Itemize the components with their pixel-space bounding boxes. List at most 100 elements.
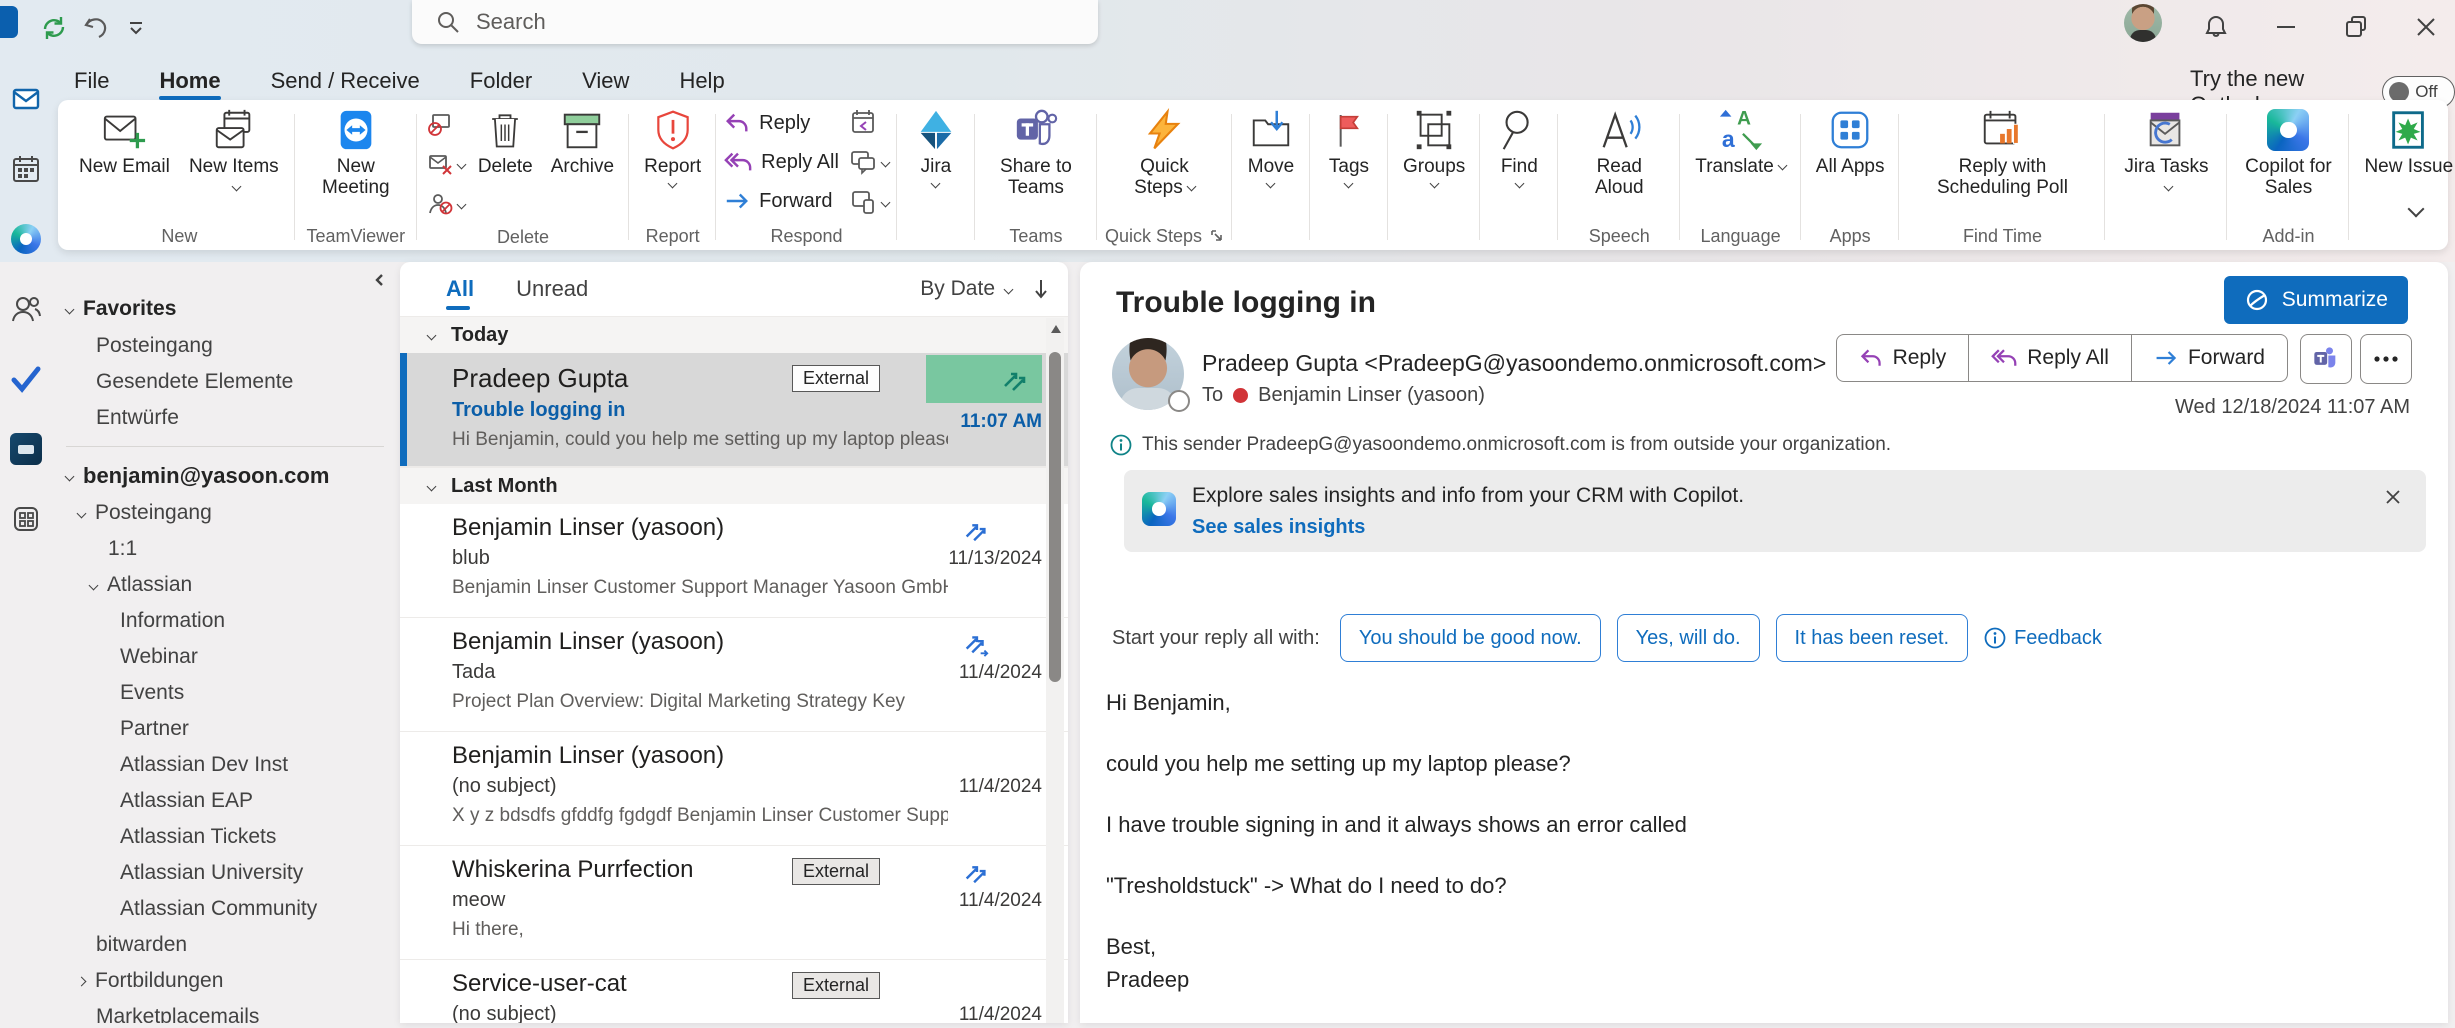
tab-all[interactable]: All bbox=[446, 262, 474, 316]
tab-file[interactable]: File bbox=[72, 68, 111, 94]
minimize-button[interactable] bbox=[2266, 10, 2306, 44]
suggested-reply-3[interactable]: It has been reset. bbox=[1776, 614, 1969, 662]
notifications-bell-icon[interactable] bbox=[2196, 10, 2236, 44]
email-list-scrollbar[interactable] bbox=[1046, 318, 1064, 1023]
folder-atlassian[interactable]: Atlassian bbox=[52, 567, 400, 603]
scheduling-poll-button[interactable]: Reply with Scheduling Poll bbox=[1907, 104, 2097, 202]
copilot-for-sales-button[interactable]: Copilot for Sales bbox=[2235, 104, 2341, 202]
more-actions-button[interactable] bbox=[2360, 334, 2412, 384]
email-row-blub[interactable]: Benjamin Linser (yasoon) blub Benjamin L… bbox=[400, 504, 1068, 618]
instant-message-button[interactable] bbox=[849, 146, 889, 178]
tab-help[interactable]: Help bbox=[677, 68, 726, 94]
new-email-button[interactable]: New Email bbox=[72, 104, 177, 180]
nav-people-icon[interactable] bbox=[0, 274, 52, 344]
customize-quick-access-icon[interactable] bbox=[122, 14, 150, 42]
sync-icon[interactable] bbox=[40, 14, 68, 42]
tab-home[interactable]: Home bbox=[157, 68, 222, 94]
groups-button[interactable]: Groups bbox=[1396, 104, 1472, 190]
reply-all-button[interactable]: Reply All bbox=[724, 145, 839, 179]
jira-tasks-button[interactable]: Jira Tasks bbox=[2113, 104, 2219, 202]
folder-partner[interactable]: Partner bbox=[52, 711, 400, 747]
email-row-meow[interactable]: Whiskerina Purrfection meow Hi there, Ex… bbox=[400, 846, 1068, 960]
folder-atlassian-dev-inst[interactable]: Atlassian Dev Inst bbox=[52, 747, 400, 783]
group-header-today[interactable]: Today bbox=[400, 316, 1068, 353]
tab-send-receive[interactable]: Send / Receive bbox=[269, 68, 422, 94]
report-button[interactable]: Report bbox=[637, 104, 708, 190]
recipient-name[interactable]: Benjamin Linser (yasoon) bbox=[1258, 384, 1485, 407]
email-row-tada[interactable]: Benjamin Linser (yasoon) Tada Project Pl… bbox=[400, 618, 1068, 732]
translate-button[interactable]: Aa Translate bbox=[1688, 104, 1793, 180]
forward-button[interactable]: Forward bbox=[2132, 334, 2288, 382]
ignore-button[interactable] bbox=[427, 108, 465, 140]
cleanup-button[interactable] bbox=[427, 148, 465, 180]
see-sales-insights-link[interactable]: See sales insights bbox=[1192, 516, 1744, 539]
folder-favorite-gesendete[interactable]: Gesendete Elemente bbox=[52, 364, 400, 400]
dismiss-banner-icon[interactable] bbox=[2380, 484, 2406, 510]
favorites-header[interactable]: Favorites bbox=[52, 290, 400, 328]
folder-events[interactable]: Events bbox=[52, 675, 400, 711]
tab-folder[interactable]: Folder bbox=[468, 68, 534, 94]
folder-webinar[interactable]: Webinar bbox=[52, 639, 400, 675]
jira-button[interactable]: Jira bbox=[905, 104, 967, 190]
close-button[interactable] bbox=[2406, 10, 2446, 44]
find-button[interactable]: Find bbox=[1488, 104, 1550, 190]
restore-window-button[interactable] bbox=[2336, 10, 2376, 44]
quick-steps-button[interactable]: Quick Steps bbox=[1111, 104, 1217, 202]
delete-button[interactable]: Delete bbox=[471, 104, 540, 180]
nav-calendar-icon[interactable] bbox=[0, 134, 52, 204]
account-header[interactable]: benjamin@yasoon.com bbox=[52, 457, 400, 495]
nav-todo-icon[interactable] bbox=[0, 344, 52, 414]
collapse-folder-pane-icon[interactable] bbox=[372, 272, 388, 288]
nav-teamviewer-app-icon[interactable] bbox=[0, 414, 52, 484]
reply-with-meeting-button[interactable] bbox=[849, 106, 889, 138]
all-apps-button[interactable]: All Apps bbox=[1809, 104, 1892, 180]
tab-view[interactable]: View bbox=[580, 68, 631, 94]
folder-marketplacemails[interactable]: Marketplacemails bbox=[52, 999, 400, 1023]
jira-quick-action-highlight[interactable] bbox=[926, 355, 1042, 403]
tab-unread[interactable]: Unread bbox=[516, 262, 588, 316]
folder-atlassian-eap[interactable]: Atlassian EAP bbox=[52, 783, 400, 819]
scrollbar-thumb[interactable] bbox=[1049, 352, 1061, 682]
folder-bitwarden[interactable]: bitwarden bbox=[52, 927, 400, 963]
share-to-teams-button[interactable]: Share to Teams bbox=[983, 104, 1089, 202]
share-to-teams-button[interactable] bbox=[2300, 334, 2352, 384]
reply-all-button[interactable]: Reply All bbox=[1969, 334, 2132, 382]
folder-fortbildungen[interactable]: Fortbildungen bbox=[52, 963, 400, 999]
new-items-button[interactable]: New Items bbox=[181, 104, 287, 202]
group-header-last-month[interactable]: Last Month bbox=[400, 467, 1068, 504]
dialog-launcher-icon[interactable] bbox=[1210, 229, 1224, 243]
tags-button[interactable]: Tags bbox=[1318, 104, 1380, 190]
email-row-service-user-cat[interactable]: Service-user-cat (no subject) Hi All Tha… bbox=[400, 960, 1068, 1023]
read-aloud-button[interactable]: Read Aloud bbox=[1566, 104, 1672, 202]
folder-atlassian-community[interactable]: Atlassian Community bbox=[52, 891, 400, 927]
folder-atlassian-tickets[interactable]: Atlassian Tickets bbox=[52, 819, 400, 855]
email-row-pradeep[interactable]: Pradeep Gupta Trouble logging in Hi Benj… bbox=[400, 353, 1068, 467]
account-avatar[interactable] bbox=[2124, 4, 2162, 42]
sort-by-date[interactable]: By Date bbox=[920, 277, 1050, 301]
summarize-button[interactable]: Summarize bbox=[2224, 276, 2408, 324]
nav-more-apps-icon[interactable] bbox=[0, 484, 52, 554]
new-meeting-button[interactable]: New Meeting bbox=[303, 104, 409, 202]
folder-information[interactable]: Information bbox=[52, 603, 400, 639]
reply-button[interactable]: Reply bbox=[724, 106, 839, 140]
feedback-link[interactable]: Feedback bbox=[1984, 627, 2102, 650]
nav-copilot-icon[interactable] bbox=[0, 204, 52, 274]
junk-button[interactable] bbox=[427, 188, 465, 220]
forward-as-attachment-button[interactable] bbox=[849, 186, 889, 218]
reply-button[interactable]: Reply bbox=[1836, 334, 1970, 382]
email-row-no-subject[interactable]: Benjamin Linser (yasoon) (no subject) X … bbox=[400, 732, 1068, 846]
undo-icon[interactable] bbox=[82, 14, 110, 42]
suggested-reply-2[interactable]: Yes, will do. bbox=[1617, 614, 1760, 662]
folder-favorite-posteingang[interactable]: Posteingang bbox=[52, 328, 400, 364]
folder-posteingang[interactable]: Posteingang bbox=[52, 495, 400, 531]
folder-atlassian-university[interactable]: Atlassian University bbox=[52, 855, 400, 891]
new-issue-button[interactable]: New Issue bbox=[2357, 104, 2455, 180]
scroll-up-arrow[interactable] bbox=[1050, 324, 1062, 334]
archive-button[interactable]: Archive bbox=[544, 104, 621, 180]
suggested-reply-1[interactable]: You should be good now. bbox=[1340, 614, 1601, 662]
folder-favorite-entwuerfe[interactable]: Entwürfe bbox=[52, 400, 400, 436]
forward-button[interactable]: Forward bbox=[724, 184, 839, 218]
folder-1-1[interactable]: 1:1 bbox=[52, 531, 400, 567]
search-input[interactable]: Search bbox=[412, 0, 1098, 44]
move-button[interactable]: Move bbox=[1240, 104, 1302, 190]
